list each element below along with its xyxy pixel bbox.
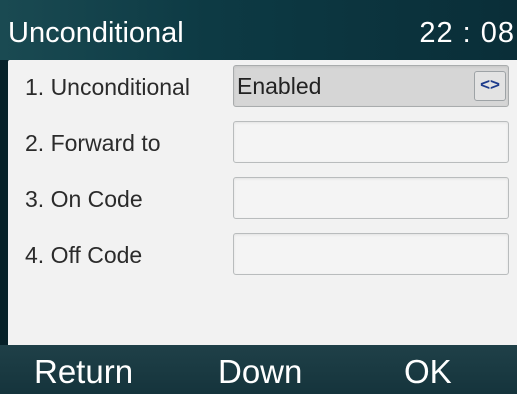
on-code-input[interactable] [233, 177, 509, 219]
row-on-code[interactable]: 3. On Code [8, 172, 517, 228]
softkey-bar: Return Down OK [0, 345, 517, 394]
clock: 22 : 08 [419, 17, 515, 49]
unconditional-select[interactable]: Enabled <> [233, 65, 509, 107]
forward-to-label: 2. Forward to [25, 130, 161, 156]
row-off-code[interactable]: 4. Off Code [8, 228, 517, 284]
row-unconditional[interactable]: 1. Unconditional Enabled <> [8, 60, 517, 116]
forward-to-input[interactable] [233, 121, 509, 163]
unconditional-label: 1. Unconditional [25, 74, 190, 100]
on-code-label: 3. On Code [25, 186, 143, 212]
return-softkey[interactable]: Return [34, 352, 133, 392]
phone-screen: Unconditional 22 : 08 1. Unconditional E… [0, 0, 517, 394]
off-code-label: 4. Off Code [25, 242, 143, 268]
row-forward-to[interactable]: 2. Forward to [8, 116, 517, 172]
page-title: Unconditional [8, 17, 184, 49]
off-code-input[interactable] [233, 233, 509, 275]
down-softkey[interactable]: Down [218, 352, 302, 392]
unconditional-value: Enabled [237, 73, 322, 99]
title-bar: Unconditional 22 : 08 [0, 0, 517, 60]
switch-arrows-icon[interactable]: <> [474, 71, 506, 101]
settings-form: 1. Unconditional Enabled <> 2. Forward t… [8, 60, 517, 345]
ok-softkey[interactable]: OK [404, 352, 452, 392]
